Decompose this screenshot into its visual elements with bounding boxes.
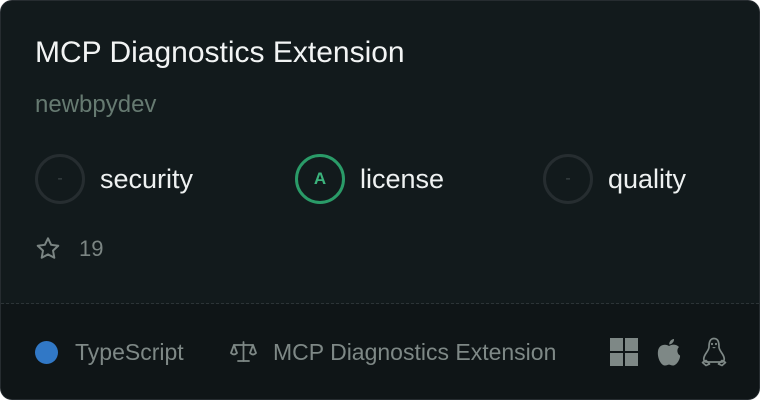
scale-icon	[230, 341, 257, 362]
license-name: MCP Diagnostics Extension	[273, 338, 557, 365]
quality-label: quality	[608, 163, 687, 194]
license-info: MCP Diagnostics Extension	[230, 338, 556, 366]
quality-grade-badge: -	[543, 154, 593, 204]
license-label: license	[360, 163, 445, 194]
language-color-dot	[35, 340, 58, 364]
stars: 19	[34, 233, 103, 265]
apple-platform	[656, 336, 682, 368]
license-score: A license	[295, 154, 444, 204]
linux-platform	[700, 336, 728, 368]
linux-icon	[701, 337, 727, 367]
language: TypeScript	[35, 338, 184, 366]
license-grade-badge: A	[295, 154, 345, 204]
security-score: - security	[35, 154, 193, 204]
card-footer: TypeScript MCP Diagnostics Extension	[1, 304, 759, 399]
server-card[interactable]: MCP Diagnostics Extension newbpydev - se…	[0, 0, 760, 400]
security-label: security	[100, 163, 194, 194]
author-link[interactable]: newbpydev	[35, 90, 156, 120]
star-icon	[36, 237, 60, 259]
language-label: TypeScript	[75, 338, 184, 365]
quality-score: - quality	[543, 154, 686, 204]
card-title[interactable]: MCP Diagnostics Extension	[35, 35, 405, 71]
star-count: 19	[79, 236, 104, 261]
windows-icon	[610, 338, 638, 366]
apple-icon	[657, 338, 681, 366]
windows-platform	[610, 336, 638, 368]
security-grade-badge: -	[35, 154, 85, 204]
